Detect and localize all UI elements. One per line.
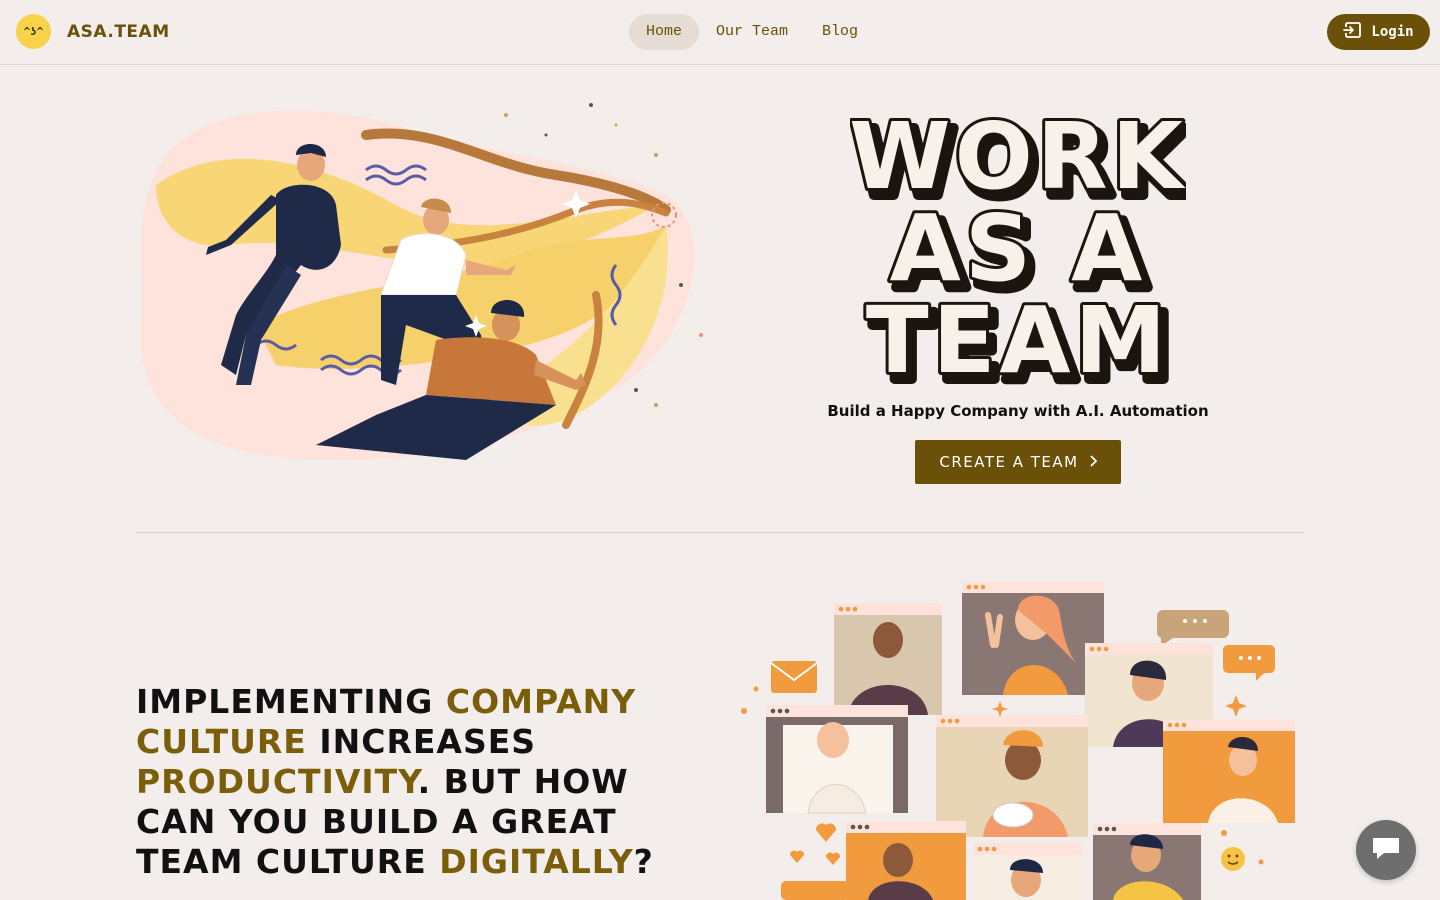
hero-title-line-1: WORK (850, 103, 1186, 210)
culture-text-2: increases (306, 722, 537, 761)
chat-button[interactable] (1356, 820, 1416, 880)
culture-highlight-digitally: digitally (439, 842, 634, 881)
hero-title: .tl { font-family: "DejaVu Sans", sans-s… (846, 95, 1194, 406)
hero-title-line-3: TEAM (866, 287, 1170, 390)
culture-text-4: ? (633, 842, 654, 881)
section-divider (136, 532, 1304, 533)
nav-home[interactable]: Home (629, 14, 700, 50)
chevron-right-icon (1089, 453, 1097, 471)
create-team-label: CREATE A TEAM (939, 453, 1079, 471)
main-nav: Home Our Team Blog (629, 14, 875, 50)
login-button[interactable]: Login (1327, 14, 1430, 50)
login-label: Login (1371, 24, 1414, 40)
culture-highlight-productivity: productivity (136, 762, 418, 801)
hero-tagline: Build a Happy Company with A.I. Automati… (827, 402, 1209, 420)
nav-blog[interactable]: Blog (805, 14, 875, 50)
nav-our-team[interactable]: Our Team (699, 14, 805, 50)
hero-illustration (136, 95, 711, 470)
culture-text-1: Implementing (136, 682, 446, 721)
login-arrow-icon (1343, 22, 1362, 42)
logo-link[interactable]: ^ʖ^ ASA.TEAM (16, 14, 170, 49)
create-team-button[interactable]: CREATE A TEAM (915, 440, 1121, 484)
logo-face-icon: ^ʖ^ (16, 14, 51, 49)
hero-title-line-2: AS A (890, 195, 1147, 302)
culture-heading: Implementing company culture increases p… (136, 682, 716, 882)
chat-bubble-icon (1371, 835, 1401, 866)
video-call-illustration (738, 575, 1298, 900)
site-header: ^ʖ^ ASA.TEAM Home Our Team Blog Login (0, 0, 1440, 65)
brand-name: ASA.TEAM (67, 21, 170, 42)
